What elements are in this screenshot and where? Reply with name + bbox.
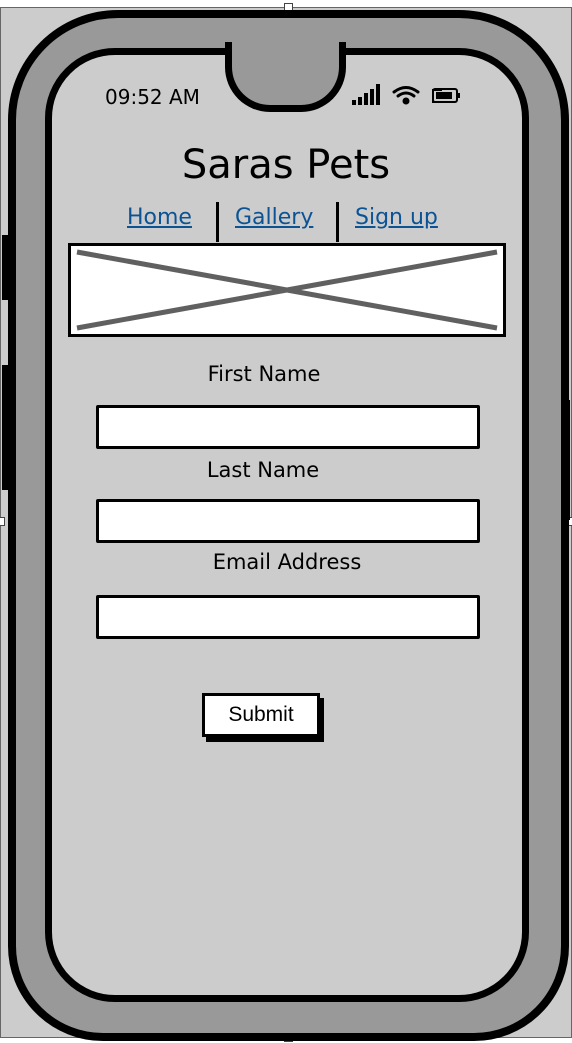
resize-handle-left[interactable] bbox=[0, 517, 5, 526]
email-input[interactable] bbox=[96, 595, 480, 639]
last-name-label: Last Name bbox=[206, 458, 320, 482]
email-label: Email Address bbox=[212, 550, 362, 574]
submit-button[interactable]: Submit bbox=[202, 693, 320, 737]
nav-link-gallery[interactable]: Gallery bbox=[235, 205, 313, 230]
image-placeholder bbox=[68, 243, 506, 337]
status-time: 09:52 AM bbox=[105, 85, 200, 109]
phone-notch bbox=[225, 42, 346, 112]
page-title: Saras Pets bbox=[181, 142, 391, 188]
signal-icon bbox=[352, 84, 380, 105]
first-name-label: First Name bbox=[207, 362, 321, 386]
nav-divider bbox=[336, 202, 339, 242]
image-placeholder-icon bbox=[76, 249, 498, 331]
nav-link-home[interactable]: Home bbox=[127, 205, 192, 230]
nav-link-signup[interactable]: Sign up bbox=[355, 205, 438, 230]
status-icons bbox=[352, 84, 442, 105]
nav-divider bbox=[216, 202, 219, 242]
battery-icon bbox=[432, 88, 460, 103]
first-name-input[interactable] bbox=[96, 405, 480, 449]
last-name-input[interactable] bbox=[96, 499, 480, 543]
wifi-icon bbox=[392, 86, 420, 105]
